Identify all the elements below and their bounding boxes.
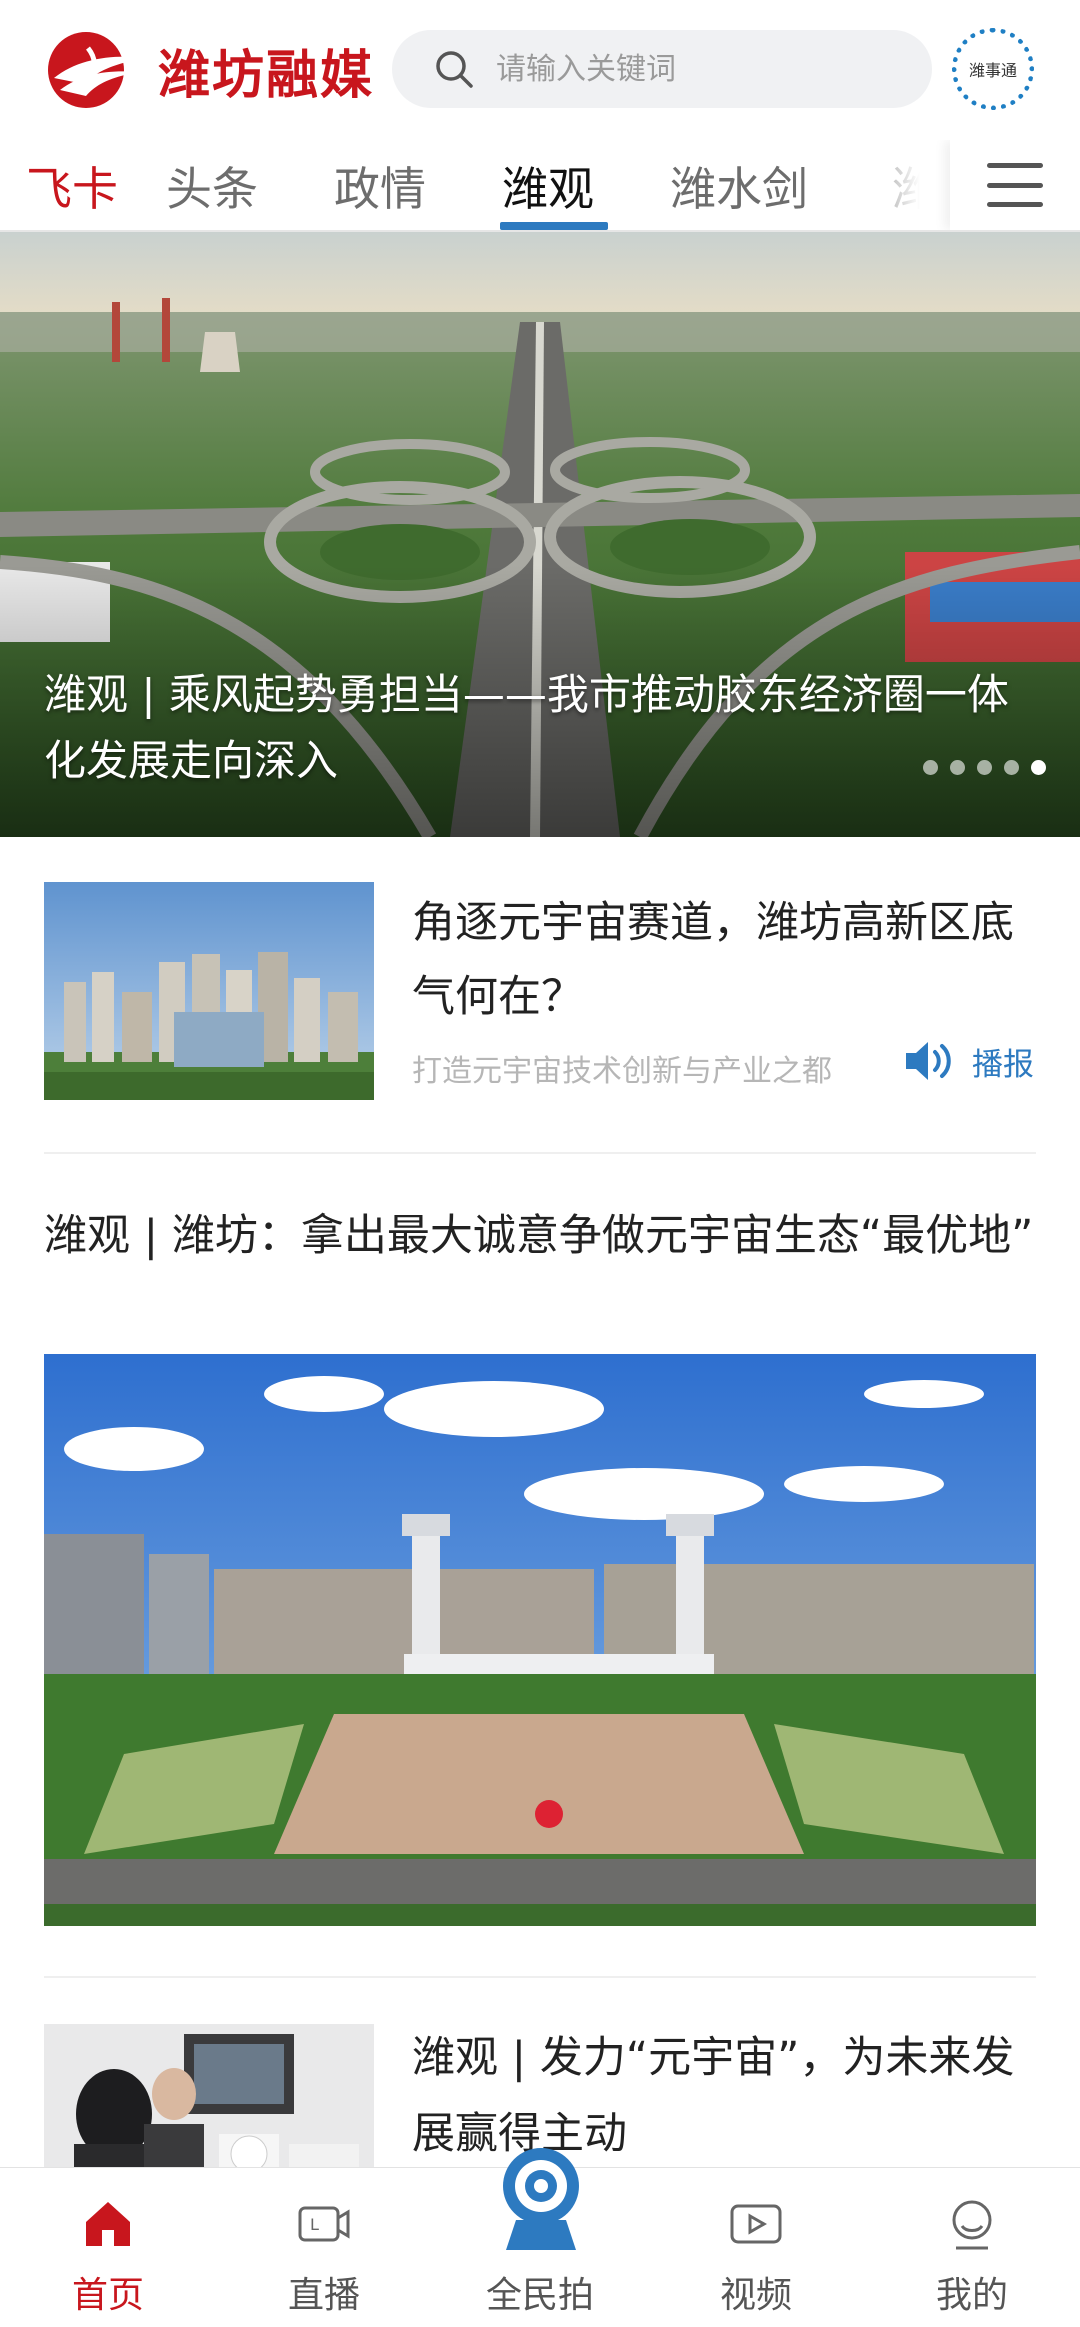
nav-profile[interactable]: 我的 bbox=[864, 2168, 1080, 2327]
broadcast-button[interactable]: 播报 bbox=[902, 1038, 1034, 1084]
nav-live[interactable]: L 直播 bbox=[216, 2168, 432, 2327]
article-1-title: 角逐元宇宙赛道，潍坊高新区底气何在？ bbox=[412, 898, 1014, 1022]
weishitong-label: 潍事通 bbox=[968, 61, 1017, 80]
article-2-image[interactable] bbox=[44, 1354, 1036, 1926]
hero-title: 潍观 | 乘风起势勇担当——我市推动胶东经济圈一体化发展走向深入 bbox=[44, 670, 1009, 785]
carousel-dot[interactable] bbox=[1004, 760, 1019, 775]
weishitong-button[interactable]: 潍事通 bbox=[952, 28, 1034, 110]
article-1-subtitle: 打造元宇宙技术创新与产业之都 bbox=[412, 1054, 832, 1089]
logo-text: 潍坊融媒 bbox=[157, 45, 374, 106]
nav-home-label: 首页 bbox=[71, 2275, 144, 2316]
nav-video[interactable]: 视频 bbox=[648, 2168, 864, 2327]
carousel-dot[interactable] bbox=[923, 760, 938, 775]
carousel-dot[interactable] bbox=[950, 760, 965, 775]
speaker-icon bbox=[906, 1042, 951, 1080]
nav-live-label: 直播 bbox=[287, 2275, 360, 2316]
article-1-thumbnail bbox=[44, 882, 374, 1100]
category-tabs: 飞卡 头条 政情 潍观 潍水剑 潍视 bbox=[0, 140, 1080, 232]
menu-icon bbox=[987, 163, 1043, 207]
search-input[interactable] bbox=[496, 51, 896, 87]
nav-profile-label: 我的 bbox=[935, 2275, 1008, 2316]
tab-feika[interactable]: 飞卡 bbox=[26, 140, 118, 230]
nav-home[interactable]: 首页 bbox=[0, 2168, 216, 2327]
live-icon: L bbox=[298, 2206, 350, 2242]
camera-icon[interactable] bbox=[496, 2146, 586, 2256]
divider bbox=[44, 1152, 1036, 1154]
app-header: 潍坊融媒 潍事通 bbox=[0, 0, 1080, 140]
hero-banner[interactable]: 潍观 | 乘风起势勇担当——我市推动胶东经济圈一体化发展走向深入 bbox=[0, 232, 1080, 837]
tab-toutiao[interactable]: 头条 bbox=[166, 140, 258, 230]
channel-menu-button[interactable] bbox=[950, 140, 1080, 230]
carousel-indicator bbox=[923, 760, 1046, 775]
carousel-dot-active[interactable] bbox=[1031, 760, 1046, 775]
search-bar[interactable] bbox=[392, 30, 932, 108]
svg-text:L: L bbox=[310, 2215, 319, 2234]
broadcast-label: 播报 bbox=[972, 1046, 1034, 1083]
article-2-title[interactable]: 潍观 | 潍坊：拿出最大诚意争做元宇宙生态“最优地” bbox=[44, 1204, 1044, 1268]
active-tab-indicator bbox=[500, 222, 608, 230]
tab-zhengqing[interactable]: 政情 bbox=[334, 140, 426, 230]
home-icon bbox=[86, 2202, 130, 2246]
carousel-dot[interactable] bbox=[977, 760, 992, 775]
nav-video-label: 视频 bbox=[719, 2275, 792, 2316]
tab-weishuijian[interactable]: 潍水剑 bbox=[670, 140, 808, 230]
app-logo[interactable]: 潍坊融媒 bbox=[44, 28, 374, 112]
logo-icon bbox=[47, 32, 148, 108]
article-card-1[interactable]: 角逐元宇宙赛道，潍坊高新区底气何在？ 打造元宇宙技术创新与产业之都 播报 bbox=[44, 882, 1036, 1104]
profile-icon bbox=[952, 2200, 992, 2250]
divider bbox=[44, 1976, 1036, 1978]
search-icon bbox=[436, 51, 473, 88]
nav-citizen-shoot-label: 全民拍 bbox=[485, 2275, 594, 2316]
tab-weiguan[interactable]: 潍观 bbox=[502, 140, 594, 230]
tab-fade bbox=[850, 140, 950, 230]
video-icon bbox=[730, 2204, 782, 2244]
